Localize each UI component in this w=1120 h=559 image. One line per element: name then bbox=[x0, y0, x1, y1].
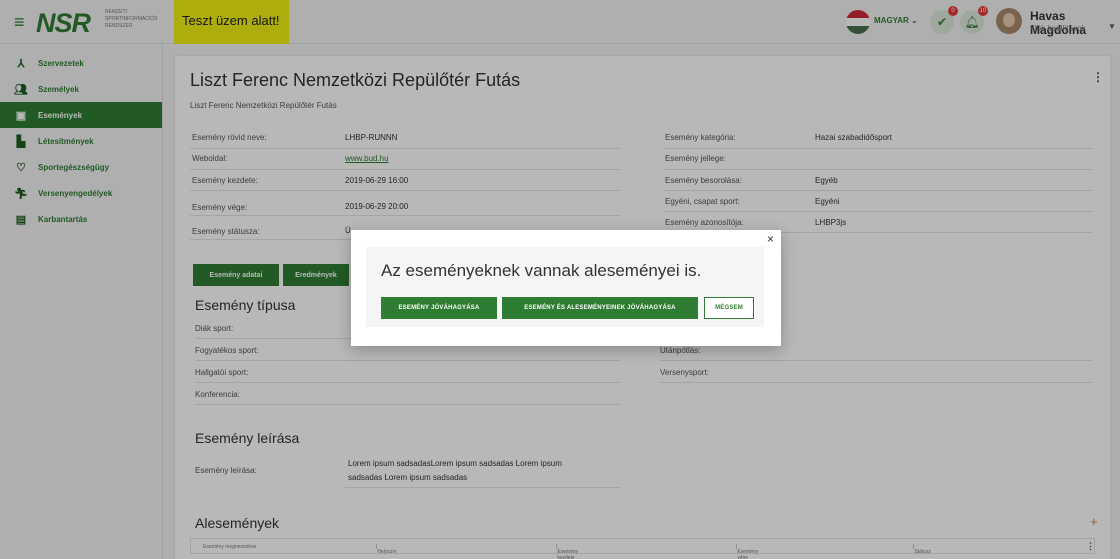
cancel-button[interactable]: MÉGSEM bbox=[704, 297, 754, 319]
close-icon[interactable]: × bbox=[767, 232, 774, 246]
approve-event-button[interactable]: ESEMÉNY JÓVÁHAGYÁSA bbox=[381, 297, 497, 319]
dialog-title: Az eseményeknek vannak aleseményei is. bbox=[381, 261, 702, 280]
dialog-body: Az eseményeknek vannak aleseményei is. E… bbox=[366, 247, 764, 327]
confirm-dialog: × Az eseményeknek vannak aleseményei is.… bbox=[351, 230, 781, 346]
approve-event-and-subevents-button[interactable]: ESEMÉNY ÉS ALESEMÉNYEINEK JÓVÁHAGYÁSA bbox=[502, 297, 698, 319]
